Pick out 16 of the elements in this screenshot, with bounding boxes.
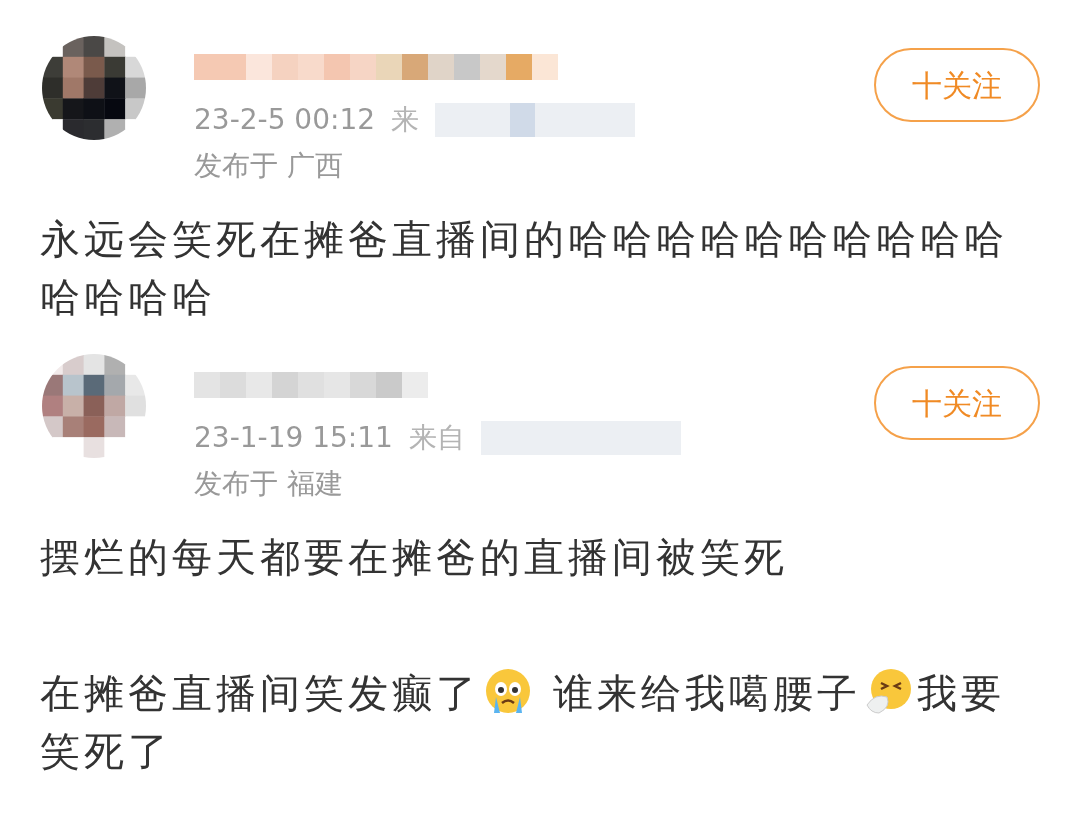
comment-text: 笑死了: [40, 728, 172, 774]
sneezing-face-icon: [864, 667, 913, 715]
post-location: 发布于 广西: [194, 148, 344, 184]
crying-face-icon: [484, 667, 532, 715]
follow-button[interactable]: 十关注: [874, 48, 1040, 122]
comment-text: 摆烂的每天都要在摊爸的直播间被笑死: [40, 534, 788, 580]
source-label: 来自: [408, 420, 465, 456]
source-label: 来: [391, 102, 420, 138]
comment-text: 谁来给我噶腰子: [551, 670, 861, 716]
post-location: 发布于 福建: [194, 466, 344, 502]
comment-text: 我要: [916, 670, 1005, 716]
follow-button[interactable]: 十关注: [874, 366, 1040, 440]
comment-text: 在摊爸直播间笑发癫了: [40, 670, 480, 716]
post-time: 23-2-5 00:12: [194, 102, 376, 138]
comment-text: 永远会笑死在摊爸直播间的哈哈哈哈哈哈哈哈哈哈哈哈哈哈: [40, 216, 1008, 320]
post-time: 23-1-19 15:11: [194, 420, 393, 456]
